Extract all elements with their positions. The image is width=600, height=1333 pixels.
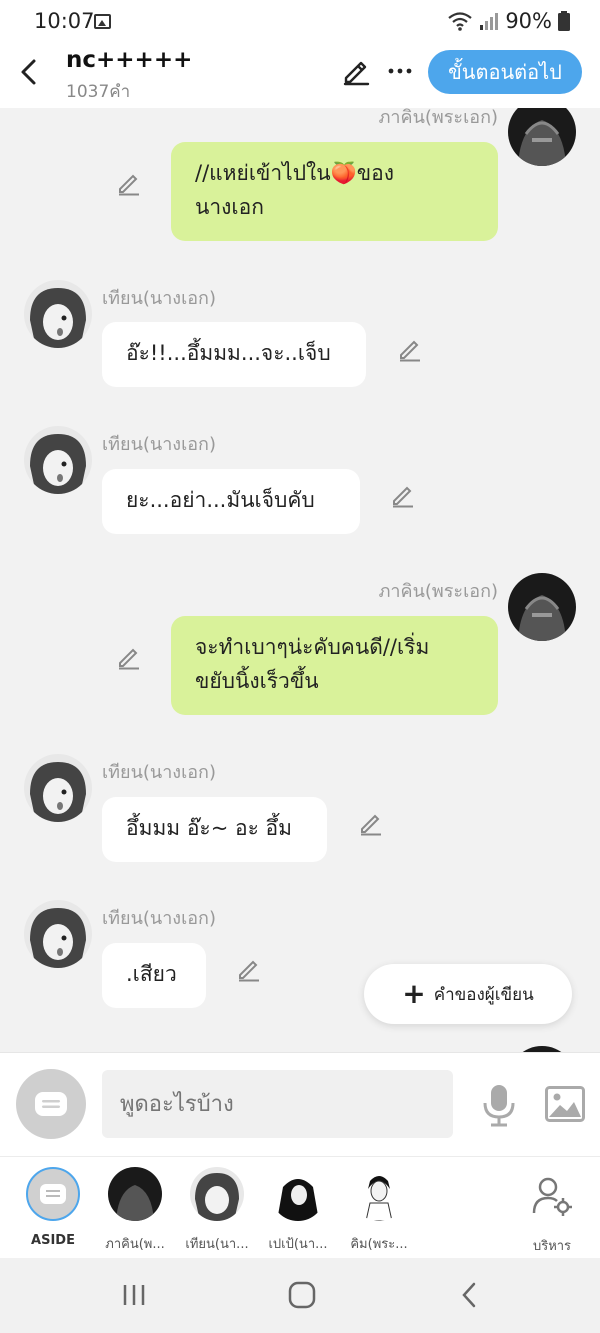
message-bubble[interactable]: ยะ...อย่า...มันเจ็บคับ xyxy=(102,469,360,534)
speaker-name: เทียน(นางเอก) xyxy=(102,762,216,783)
avatar[interactable] xyxy=(508,573,576,641)
message-bubble[interactable]: //แหย่เข้าไปใน🍑ของ นางเอก xyxy=(171,142,498,241)
avatar[interactable] xyxy=(24,754,92,822)
author-note-button[interactable]: + คำของผู้เขียน xyxy=(364,964,572,1024)
wifi-icon xyxy=(448,12,473,31)
system-nav-bar xyxy=(0,1258,600,1333)
avatar[interactable] xyxy=(24,900,92,968)
message-bubble[interactable]: .เสียว xyxy=(102,943,206,1008)
aside-icon xyxy=(26,1167,80,1221)
image-notification-icon xyxy=(94,14,111,29)
chat-area[interactable]: ภาคิน(พระเอก) //แหย่เข้าไปใน🍑ของ นางเอก … xyxy=(0,108,600,1052)
character-name: ASIDE xyxy=(31,1233,75,1248)
story-title: nc+++++ xyxy=(66,47,193,73)
avatar xyxy=(271,1167,325,1221)
message-bubble[interactable]: จะทำเบาๆน่ะคับคนดี//เริ่ม ขยับนิ้งเร็วขึ… xyxy=(171,616,498,715)
character-bar: ASIDE ภาคิน(พ... เทียน(นา... เปเป้(นา...… xyxy=(0,1156,600,1258)
editor-header: nc+++++ 1037คำ ขั้นตอนต่อไป xyxy=(0,44,600,108)
character-item[interactable]: ภาคิน(พ... xyxy=(95,1167,175,1254)
image-icon[interactable] xyxy=(545,1086,585,1122)
aside-toggle-button[interactable] xyxy=(16,1069,86,1139)
pencil-icon[interactable] xyxy=(116,644,142,670)
avatar xyxy=(190,1167,244,1221)
recent-apps-icon[interactable] xyxy=(117,1280,151,1310)
back-icon[interactable] xyxy=(14,56,46,88)
pencil-icon[interactable] xyxy=(236,956,262,982)
character-item[interactable]: เทียน(นา... xyxy=(177,1167,257,1254)
battery-percent: 90% xyxy=(505,9,552,33)
character-name: เปเป้(นา... xyxy=(268,1237,328,1252)
pencil-icon[interactable] xyxy=(397,336,423,362)
microphone-icon[interactable] xyxy=(480,1083,518,1127)
avatar xyxy=(352,1167,406,1221)
character-name: เทียน(นา... xyxy=(185,1237,249,1252)
next-step-button[interactable]: ขั้นตอนต่อไป xyxy=(428,50,582,94)
avatar[interactable] xyxy=(24,426,92,494)
speaker-name: ภาคิน(พระเอก) xyxy=(378,108,498,128)
character-name: คิม(พระ... xyxy=(350,1237,408,1252)
plus-icon: + xyxy=(402,977,426,1010)
manage-label: บริหาร xyxy=(532,1239,572,1254)
manage-characters-button[interactable]: บริหาร xyxy=(518,1175,586,1256)
more-options-icon[interactable] xyxy=(385,56,415,86)
status-time: 10:07 xyxy=(34,9,95,33)
battery-icon xyxy=(558,11,570,31)
chat-bubble-icon xyxy=(35,1092,67,1116)
author-note-label: คำของผู้เขียน xyxy=(433,984,534,1005)
signal-icon xyxy=(480,13,499,30)
character-item[interactable]: เปเป้(นา... xyxy=(258,1167,338,1254)
back-nav-icon[interactable] xyxy=(453,1280,487,1310)
home-icon[interactable] xyxy=(285,1280,319,1310)
speaker-name: เทียน(นางเอก) xyxy=(102,908,216,929)
character-item[interactable]: คิม(พระ... xyxy=(339,1167,419,1254)
status-indicators: 90% xyxy=(447,9,570,33)
message-input[interactable] xyxy=(102,1070,453,1138)
pencil-icon[interactable] xyxy=(358,810,384,836)
speaker-name: ภาคิน(พระเอก) xyxy=(378,581,498,602)
pencil-icon[interactable] xyxy=(390,482,416,508)
avatar[interactable] xyxy=(24,280,92,348)
speaker-name: เทียน(นางเอก) xyxy=(102,288,216,309)
message-composer xyxy=(0,1052,600,1156)
edit-icon[interactable] xyxy=(341,56,371,86)
avatar[interactable] xyxy=(508,108,576,166)
avatar xyxy=(108,1167,162,1221)
message-bubble[interactable]: อ๊ะ!!...อึ้มมม...จะ..เจ็บ xyxy=(102,322,366,387)
word-count: 1037คำ xyxy=(66,82,131,102)
speaker-name: เทียน(นางเอก) xyxy=(102,434,216,455)
status-bar: 10:07 90% xyxy=(0,0,600,44)
pencil-icon[interactable] xyxy=(116,170,142,196)
message-bubble[interactable]: อึ้มมม อ๊ะ~ อะ อึ้ม xyxy=(102,797,327,862)
character-aside[interactable]: ASIDE xyxy=(13,1167,93,1248)
manage-user-icon xyxy=(532,1177,572,1216)
character-name: ภาคิน(พ... xyxy=(105,1237,165,1252)
